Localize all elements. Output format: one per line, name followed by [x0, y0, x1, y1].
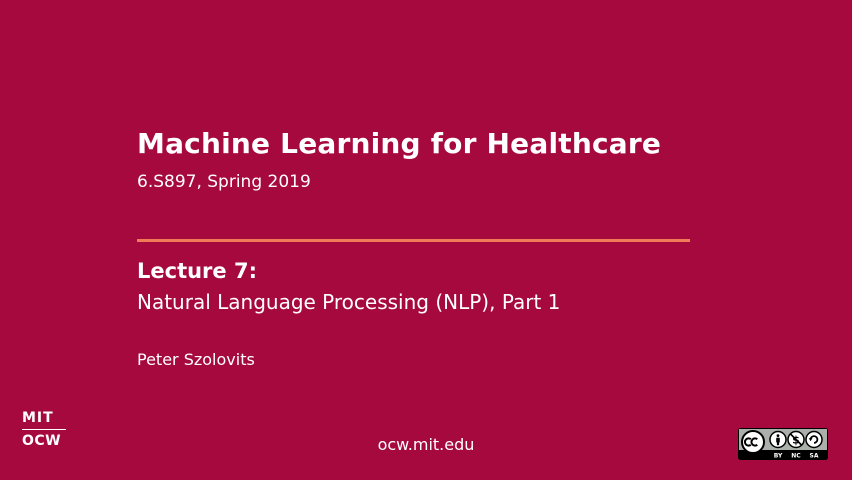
course-subtitle: 6.S897, Spring 2019: [137, 172, 311, 192]
noncommercial-icon: $: [787, 430, 805, 449]
lecture-title: Natural Language Processing (NLP), Part …: [137, 290, 561, 314]
presenter-name: Peter Szolovits: [137, 350, 255, 369]
lecture-number: Lecture 7:: [137, 259, 257, 283]
license-label-by: BY: [774, 453, 783, 460]
title-divider: [137, 239, 690, 242]
attribution-icon: [769, 430, 787, 449]
lecture-title-slide: Machine Learning for Healthcare 6.S897, …: [0, 0, 852, 480]
license-label-nc: NC: [791, 453, 801, 460]
footer-url: ocw.mit.edu: [377, 435, 475, 454]
logo-rule: [22, 429, 66, 430]
creative-commons-by-nc-sa-icon: $ BY NC SA: [738, 428, 828, 460]
logo-line-mit: MIT: [22, 410, 54, 426]
cc-icon: [741, 430, 765, 454]
course-title: Machine Learning for Healthcare: [137, 127, 662, 160]
sharealike-icon: [805, 430, 823, 449]
license-label-sa: SA: [810, 453, 819, 460]
